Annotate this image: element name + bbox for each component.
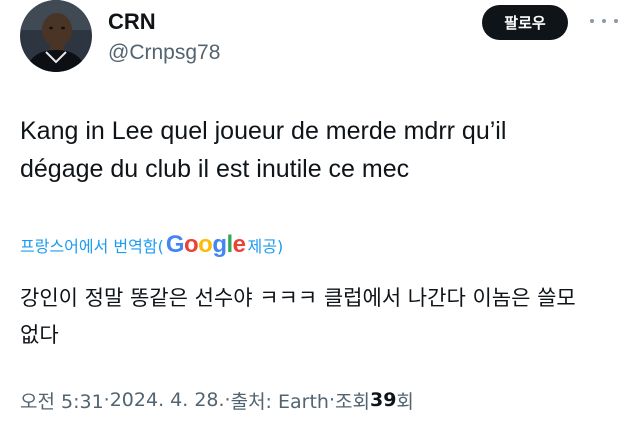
views-count[interactable]: 39 bbox=[370, 389, 396, 411]
google-logo: Google bbox=[165, 231, 246, 258]
views-suffix: 회 bbox=[396, 390, 414, 413]
avatar[interactable] bbox=[20, 0, 92, 72]
translation-provider-suffix: 제공) bbox=[247, 237, 284, 256]
tweet-text-line: dégage du club il est inutile ce mec bbox=[20, 155, 410, 183]
dot bbox=[614, 19, 618, 23]
views-prefix: 조회 bbox=[335, 390, 370, 413]
tweet-text-line: Kang in Lee quel joueur de merde mdrr qu… bbox=[20, 117, 507, 145]
dot bbox=[590, 19, 594, 23]
tweet-time[interactable]: 오전 5:31 bbox=[20, 387, 104, 414]
dot bbox=[602, 19, 606, 23]
more-options-icon[interactable] bbox=[590, 11, 618, 31]
translated-text: 강인이 정말 똥같은 선수야 ㅋㅋㅋ 클럽에서 나간다 이놈은 쓸모 없다 bbox=[20, 280, 620, 354]
tweet-metadata: 오전 5:31 · 2024. 4. 28. · 출처: Earth · 조회 … bbox=[20, 384, 414, 416]
translated-text-line: 없다 bbox=[20, 323, 59, 347]
tweet-date[interactable]: 2024. 4. 28. bbox=[110, 389, 225, 411]
follow-button[interactable]: 팔로우 bbox=[482, 5, 568, 40]
translation-label[interactable]: 프랑스어에서 번역함( bbox=[20, 233, 164, 257]
translated-text-line: 강인이 정말 똥같은 선수야 ㅋㅋㅋ 클럽에서 나간다 이놈은 쓸모 bbox=[20, 286, 576, 310]
display-name[interactable]: CRN bbox=[108, 9, 156, 35]
translation-attribution[interactable]: 프랑스어에서 번역함( Google 제공) bbox=[20, 230, 283, 260]
tweet-source: 출처: Earth bbox=[230, 390, 329, 413]
user-handle[interactable]: @Crnpsg78 bbox=[108, 40, 220, 66]
tweet-text: Kang in Lee quel joueur de merde mdrr qu… bbox=[20, 112, 620, 188]
